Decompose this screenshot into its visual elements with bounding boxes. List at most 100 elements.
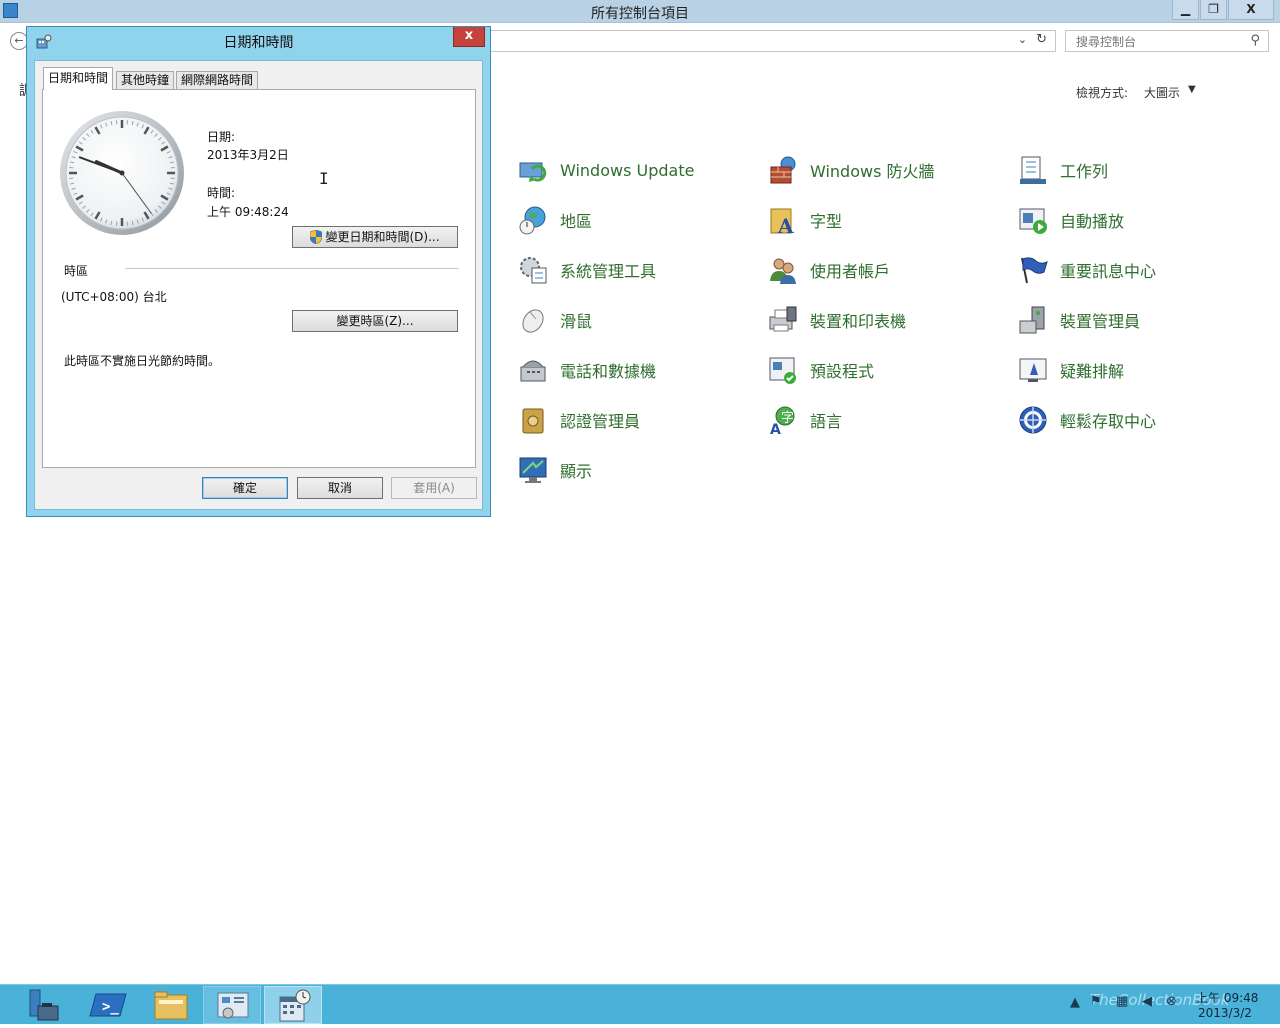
cp-item-label: 裝置和印表機 — [810, 308, 906, 332]
cp-item-phone-modem[interactable]: 電話和數據機 — [518, 353, 656, 387]
dialog-body: 日期和時間 其他時鐘 網際網路時間 — [34, 60, 483, 510]
cp-item-region[interactable]: 地區 — [518, 203, 592, 237]
search-icon[interactable]: ⚲ — [1250, 33, 1260, 48]
cp-item-fonts[interactable]: A 字型 — [768, 203, 842, 237]
dialog-close-button[interactable]: x — [453, 27, 485, 47]
folder-icon — [141, 986, 199, 1024]
cp-item-label: 字型 — [810, 208, 842, 232]
cp-item-printer[interactable]: 裝置和印表機 — [768, 303, 906, 337]
window-title: 所有控制台項目 — [0, 3, 1280, 23]
cp-item-label: 顯示 — [560, 458, 592, 482]
cp-item-language[interactable]: 字A 語言 — [768, 403, 842, 437]
tab-additional-clocks[interactable]: 其他時鐘 — [116, 71, 174, 89]
credential-manager-icon — [518, 405, 548, 435]
cancel-button[interactable]: 取消 — [297, 477, 383, 499]
cp-item-windows-update[interactable]: Windows Update — [518, 153, 694, 187]
close-button[interactable]: X — [1228, 0, 1274, 20]
fonts-icon: A — [768, 205, 798, 235]
change-date-time-label: 變更日期和時間(D)... — [325, 230, 439, 244]
search-input[interactable] — [1074, 32, 1248, 52]
date-label: 日期: — [207, 128, 235, 145]
taskbar-clock-time[interactable]: 上午 09:48 — [1196, 989, 1258, 1006]
window-controls: ▁ ❐ X — [1171, 0, 1274, 20]
search-box[interactable]: ⚲ — [1065, 30, 1269, 52]
cp-item-ease-of-access[interactable]: 輕鬆存取中心 — [1018, 403, 1156, 437]
user-accounts-icon — [768, 255, 798, 285]
text-cursor-icon: I — [319, 169, 329, 188]
display-icon — [518, 455, 548, 485]
cp-item-mouse[interactable]: 滑鼠 — [518, 303, 592, 337]
default-programs-icon — [768, 355, 798, 385]
action-center-icon — [1018, 255, 1048, 285]
autoplay-icon — [1018, 205, 1048, 235]
server-manager-taskbar-button[interactable] — [14, 986, 72, 1024]
analog-clock-icon — [59, 110, 185, 236]
date-time-taskbar-button[interactable] — [264, 986, 322, 1024]
cp-item-label: 地區 — [560, 208, 592, 232]
minimize-button[interactable]: ▁ — [1172, 0, 1199, 20]
cp-item-admin-tools[interactable]: 系統管理工具 — [518, 253, 656, 287]
cp-item-label: 自動播放 — [1060, 208, 1124, 232]
view-by-label: 檢視方式: — [1076, 84, 1128, 101]
control-panel-taskbar-button[interactable] — [203, 986, 261, 1024]
cp-item-user-accounts[interactable]: 使用者帳戶 — [768, 253, 890, 287]
chevron-down-icon[interactable]: ⌄ — [1018, 33, 1027, 46]
cp-item-label: 工作列 — [1060, 158, 1108, 182]
network-icon[interactable]: ▦ — [1116, 994, 1128, 1009]
file-explorer-taskbar-button[interactable] — [141, 986, 199, 1024]
timezone-group-label: 時區 — [64, 262, 88, 279]
time-value: 上午 09:48:24 — [207, 203, 289, 220]
cp-item-credential-manager[interactable]: 認證管理員 — [518, 403, 640, 437]
restore-button[interactable]: ❐ — [1200, 0, 1227, 20]
change-timezone-button[interactable]: 變更時區(Z)... — [292, 310, 458, 332]
mouse-icon — [518, 305, 548, 335]
cp-item-device-manager[interactable]: 裝置管理員 — [1018, 303, 1140, 337]
cp-item-label: Windows 防火牆 — [810, 158, 935, 182]
cp-item-label: 使用者帳戶 — [810, 258, 890, 282]
svg-text:A: A — [770, 422, 781, 435]
date-time-dialog: 日期和時間 x 日期和時間 其他時鐘 網際網路時間 — [26, 26, 491, 517]
region-icon — [518, 205, 548, 235]
ok-button[interactable]: 確定 — [202, 477, 288, 499]
apply-button[interactable]: 套用(A) — [391, 477, 477, 499]
tab-internet-time[interactable]: 網際網路時間 — [176, 71, 258, 89]
cp-item-troubleshooting[interactable]: 疑難排解 — [1018, 353, 1124, 387]
cp-item-default-programs[interactable]: 預設程式 — [768, 353, 874, 387]
control-panel-titlebar: 所有控制台項目 ▁ ❐ X — [0, 0, 1280, 23]
cp-item-taskbar[interactable]: 工作列 — [1018, 153, 1108, 187]
cp-item-label: 語言 — [810, 408, 842, 432]
taskbar: >_ TheCollectionBook ▲ ⚑ ▦ ◀ — [0, 984, 1280, 1024]
action-center-flag-icon[interactable]: ⚑ — [1090, 994, 1102, 1009]
show-hidden-icons-icon[interactable]: ▲ — [1070, 995, 1080, 1010]
svg-text:A: A — [777, 214, 794, 235]
time-label: 時間: — [207, 184, 235, 201]
cp-item-label: 輕鬆存取中心 — [1060, 408, 1156, 432]
volume-muted-icon[interactable]: ◀ — [1142, 994, 1152, 1009]
cp-item-label: 預設程式 — [810, 358, 874, 382]
dialog-title: 日期和時間 — [27, 32, 490, 52]
calendar-clock-icon — [265, 987, 323, 1025]
taskbar-clock-date[interactable]: 2013/3/2 — [1198, 1006, 1252, 1020]
phone-modem-icon — [518, 355, 548, 385]
cp-item-label: 系統管理工具 — [560, 258, 656, 282]
device-manager-icon — [1018, 305, 1048, 335]
windows-update-icon — [518, 155, 548, 185]
cp-item-display[interactable]: 顯示 — [518, 453, 592, 487]
change-date-time-button[interactable]: 變更日期和時間(D)... — [292, 226, 458, 248]
troubleshooting-icon — [1018, 355, 1048, 385]
powershell-icon: >_ — [80, 986, 138, 1024]
view-by-dropdown[interactable]: 大圖示 — [1144, 84, 1180, 101]
cp-item-firewall[interactable]: Windows 防火牆 — [768, 153, 935, 187]
control-panel-icon — [204, 987, 262, 1025]
cp-item-label: 疑難排解 — [1060, 358, 1124, 382]
powershell-taskbar-button[interactable]: >_ — [80, 986, 138, 1024]
caret-down-icon[interactable]: ▼ — [1188, 84, 1196, 95]
cp-item-autoplay[interactable]: 自動播放 — [1018, 203, 1124, 237]
cp-item-action-center[interactable]: 重要訊息中心 — [1018, 253, 1156, 287]
ime-icon[interactable]: ⊗ — [1166, 994, 1177, 1009]
printer-icon — [768, 305, 798, 335]
tab-date-time[interactable]: 日期和時間 — [43, 67, 113, 90]
date-time-panel: 日期: 2013年3月2日 時間: 上午 09:48:24 變更日期和時間(D)… — [42, 89, 476, 468]
language-icon: 字A — [768, 405, 798, 435]
refresh-icon[interactable]: ↻ — [1036, 32, 1047, 47]
